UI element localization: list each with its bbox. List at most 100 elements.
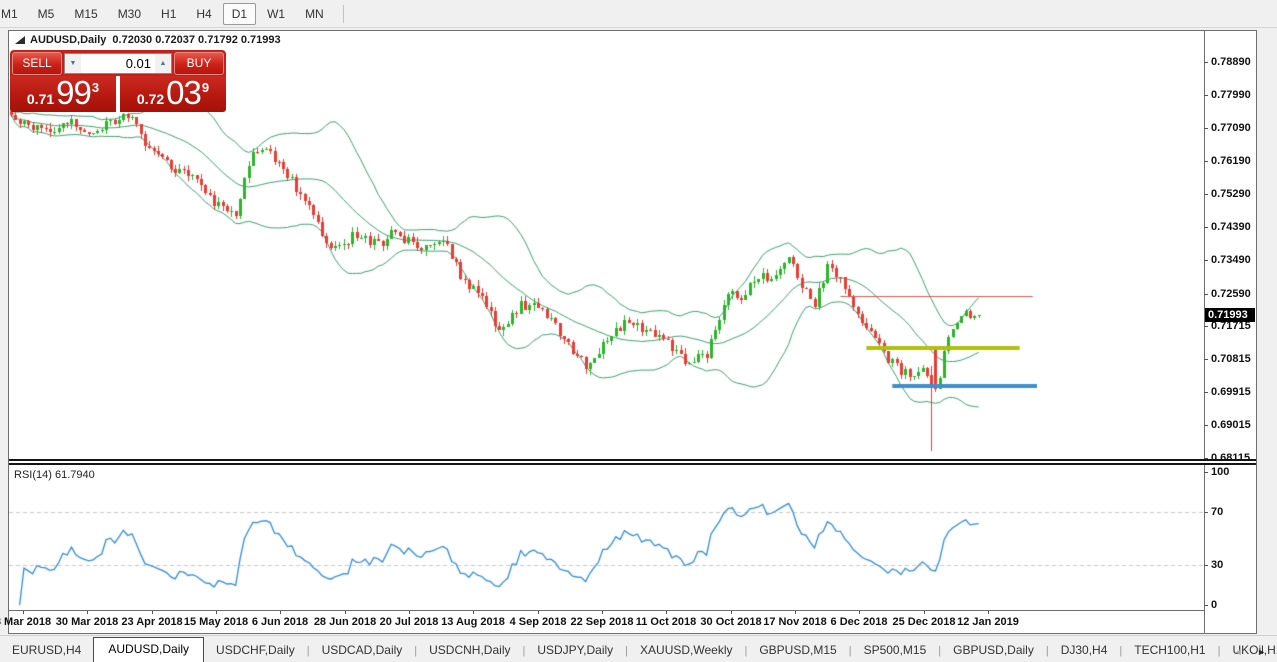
date-tick	[473, 611, 474, 614]
rsi-tick-label: 70	[1211, 506, 1223, 518]
panel-splitter[interactable]	[9, 459, 1256, 465]
sell-price-big-digits: 99	[56, 76, 91, 110]
tab-eurusd-h4[interactable]: EURUSD,H4	[0, 639, 93, 662]
tab-usdchf-daily[interactable]: USDCHF,Daily	[204, 639, 307, 662]
buy-price-pipette: 9	[202, 80, 209, 95]
price-tick	[1204, 326, 1208, 327]
price-tick	[1204, 194, 1208, 195]
date-tick-label: 6 Jun 2018	[252, 616, 308, 628]
one-click-trading-panel: SELL ▼ ▲ BUY 0.71 99 3 0.72 03 9	[10, 50, 226, 113]
tab-gbpusd-m15[interactable]: GBPUSD,M15	[747, 639, 848, 662]
date-tick-label: 8 Mar 2018	[0, 616, 51, 628]
tab-usdcnh-daily[interactable]: USDCNH,Daily	[417, 639, 522, 662]
price-tick-label: 0.76190	[1211, 155, 1251, 167]
volume-input[interactable]	[81, 54, 155, 73]
date-tick-label: 30 Mar 2018	[56, 616, 118, 628]
price-tick	[1204, 359, 1208, 360]
buy-price-tile[interactable]: 0.72 03 9	[120, 76, 226, 112]
rsi-tick	[1204, 565, 1208, 566]
price-tick	[1204, 227, 1208, 228]
price-tick	[1204, 260, 1208, 261]
volume-increase-button[interactable]: ▲	[155, 54, 171, 73]
tab-scroll-right-icon[interactable]: ►	[1257, 647, 1272, 657]
date-tick	[216, 611, 217, 614]
price-tick-label: 0.70815	[1211, 353, 1251, 365]
price-tick-label: 0.73490	[1211, 254, 1251, 266]
sell-button[interactable]: SELL	[12, 52, 62, 75]
timeframe-button-m1[interactable]: M1	[0, 3, 27, 25]
date-tick-label: 22 Sep 2018	[571, 616, 634, 628]
date-tick-label: 17 Nov 2018	[763, 616, 827, 628]
chart-shift-icon[interactable]	[14, 35, 26, 46]
one-click-price-row: 0.71 99 3 0.72 03 9	[10, 76, 226, 113]
date-tick-label: 6 Dec 2018	[831, 616, 888, 628]
timeframe-button-mn[interactable]: MN	[296, 3, 333, 25]
date-tick	[409, 611, 410, 614]
tab-usdcad-daily[interactable]: USDCAD,Daily	[310, 639, 415, 662]
tab-xauusd-weekly[interactable]: XAUUSD,Weekly	[628, 639, 744, 662]
timeframe-button-w1[interactable]: W1	[258, 3, 294, 25]
price-tick-label: 0.68115	[1211, 452, 1250, 464]
rsi-indicator-canvas[interactable]	[9, 465, 1204, 610]
buy-button[interactable]: BUY	[174, 52, 224, 75]
sell-price-tile[interactable]: 0.71 99 3	[10, 76, 116, 112]
date-tick	[666, 611, 667, 614]
date-tick	[23, 611, 24, 614]
price-tick-label: 0.78890	[1211, 56, 1251, 68]
chart-ohlc-values: 0.72030 0.72037 0.71792 0.71993	[112, 34, 280, 46]
price-tick-label: 0.77090	[1211, 122, 1251, 134]
price-tick-label: 0.69915	[1211, 386, 1251, 398]
date-tick	[988, 611, 989, 614]
chevron-down-icon: ▼	[70, 60, 77, 67]
date-tick	[538, 611, 539, 614]
price-axis-divider	[1204, 31, 1205, 633]
volume-decrease-button[interactable]: ▼	[65, 54, 81, 73]
tab-audusd-daily[interactable]: AUDUSD,Daily	[93, 637, 204, 662]
price-tick	[1204, 458, 1208, 459]
tab-scroll-arrows: ◄ ►	[1234, 647, 1272, 657]
timeframe-toolbar: M1M5M15M30H1H4D1W1MN	[0, 0, 1277, 28]
rsi-tick-label: 0	[1211, 599, 1217, 611]
timeframe-buttons: M1M5M15M30H1H4D1W1MN	[0, 3, 334, 25]
price-tick-label: 0.77990	[1211, 89, 1251, 101]
rsi-tick	[1204, 472, 1208, 473]
toolbar-separator	[343, 5, 344, 23]
tab-usdjpy-daily[interactable]: USDJPY,Daily	[525, 639, 625, 662]
tab-sp500-m15[interactable]: SP500,M15	[852, 639, 939, 662]
chart-tabs-bar: EURUSD,H4AUDUSD,DailyUSDCHF,Daily|USDCAD…	[0, 635, 1277, 662]
chart-window: AUDUSD,Daily 0.72030 0.72037 0.71792 0.7…	[8, 30, 1257, 634]
rsi-tick	[1204, 605, 1208, 606]
date-tick-label: 28 Jun 2018	[314, 616, 376, 628]
price-tick-label: 0.74390	[1211, 221, 1251, 233]
date-tick	[345, 611, 346, 614]
tab-tech100-h1[interactable]: TECH100,H1	[1122, 639, 1217, 662]
price-tick-label: 0.69015	[1211, 419, 1251, 431]
date-tick	[731, 611, 732, 614]
price-tick	[1204, 425, 1208, 426]
buy-price-big-digits: 03	[166, 76, 201, 110]
current-price-box: 0.71993	[1205, 308, 1255, 322]
date-tick-label: 15 May 2018	[184, 616, 248, 628]
rsi-tick-label: 30	[1211, 559, 1223, 571]
price-tick	[1204, 294, 1208, 295]
timeframe-button-h4[interactable]: H4	[187, 3, 220, 25]
tab-dj30-h4[interactable]: DJ30,H4	[1049, 639, 1120, 662]
timeframe-button-m30[interactable]: M30	[109, 3, 150, 25]
chart-symbol-label: AUDUSD,Daily	[30, 34, 106, 46]
timeframe-button-m5[interactable]: M5	[29, 3, 64, 25]
rsi-tick	[1204, 512, 1208, 513]
price-tick	[1204, 62, 1208, 63]
price-tick	[1204, 128, 1208, 129]
timeframe-button-d1[interactable]: D1	[223, 3, 256, 25]
volume-stepper: ▼ ▲	[64, 53, 172, 74]
timeframe-button-m15[interactable]: M15	[65, 3, 106, 25]
tab-scroll-left-icon[interactable]: ◄	[1234, 647, 1249, 657]
date-tick	[152, 611, 153, 614]
timeframe-button-h1[interactable]: H1	[152, 3, 185, 25]
price-tick-label: 0.75290	[1211, 188, 1251, 200]
buy-price-prefix: 0.72	[137, 91, 164, 107]
date-tick-label: 25 Dec 2018	[893, 616, 956, 628]
price-tick	[1204, 392, 1208, 393]
date-tick	[795, 611, 796, 614]
tab-gbpusd-daily[interactable]: GBPUSD,Daily	[941, 639, 1046, 662]
